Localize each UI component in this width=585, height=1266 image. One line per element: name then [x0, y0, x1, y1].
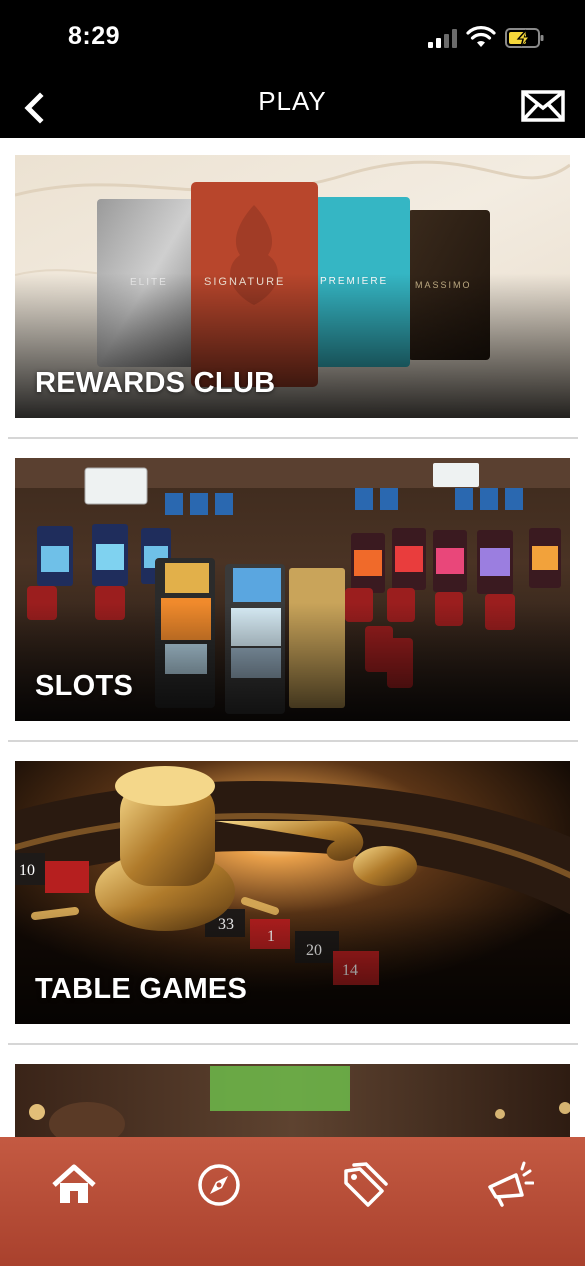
tags-icon[interactable]	[340, 1161, 388, 1209]
compass-icon[interactable]	[195, 1161, 243, 1209]
mail-icon[interactable]	[521, 90, 565, 122]
play-category-list: MASSIMO PREMIERE ELITE SIGNATURE REWARDS…	[0, 138, 585, 1138]
divider	[8, 437, 578, 439]
wifi-icon	[466, 26, 496, 47]
bar-lounge-card[interactable]	[15, 1064, 570, 1138]
card-label: REWARDS CLUB	[35, 367, 276, 399]
page-title: PLAY	[258, 86, 327, 116]
battery-charging-icon	[505, 28, 544, 48]
card-label: SLOTS	[35, 670, 134, 702]
divider	[8, 1043, 578, 1045]
rewards-club-card[interactable]: MASSIMO PREMIERE ELITE SIGNATURE REWARDS…	[15, 155, 570, 418]
megaphone-icon[interactable]	[486, 1161, 534, 1209]
home-icon[interactable]	[50, 1161, 98, 1209]
status-bar: 8:29	[0, 0, 585, 80]
app-header: PLAY	[0, 80, 585, 138]
table-games-card[interactable]: 10 33 1 20 14 TABLE GAMES	[15, 761, 570, 1024]
cellular-signal-icon	[428, 28, 460, 48]
bottom-navigation	[0, 1137, 585, 1266]
lounge-image	[15, 1064, 570, 1138]
slots-card[interactable]: SLOTS	[15, 458, 570, 721]
status-time: 8:29	[68, 22, 121, 50]
card-label: TABLE GAMES	[35, 973, 248, 1005]
divider	[8, 740, 578, 742]
